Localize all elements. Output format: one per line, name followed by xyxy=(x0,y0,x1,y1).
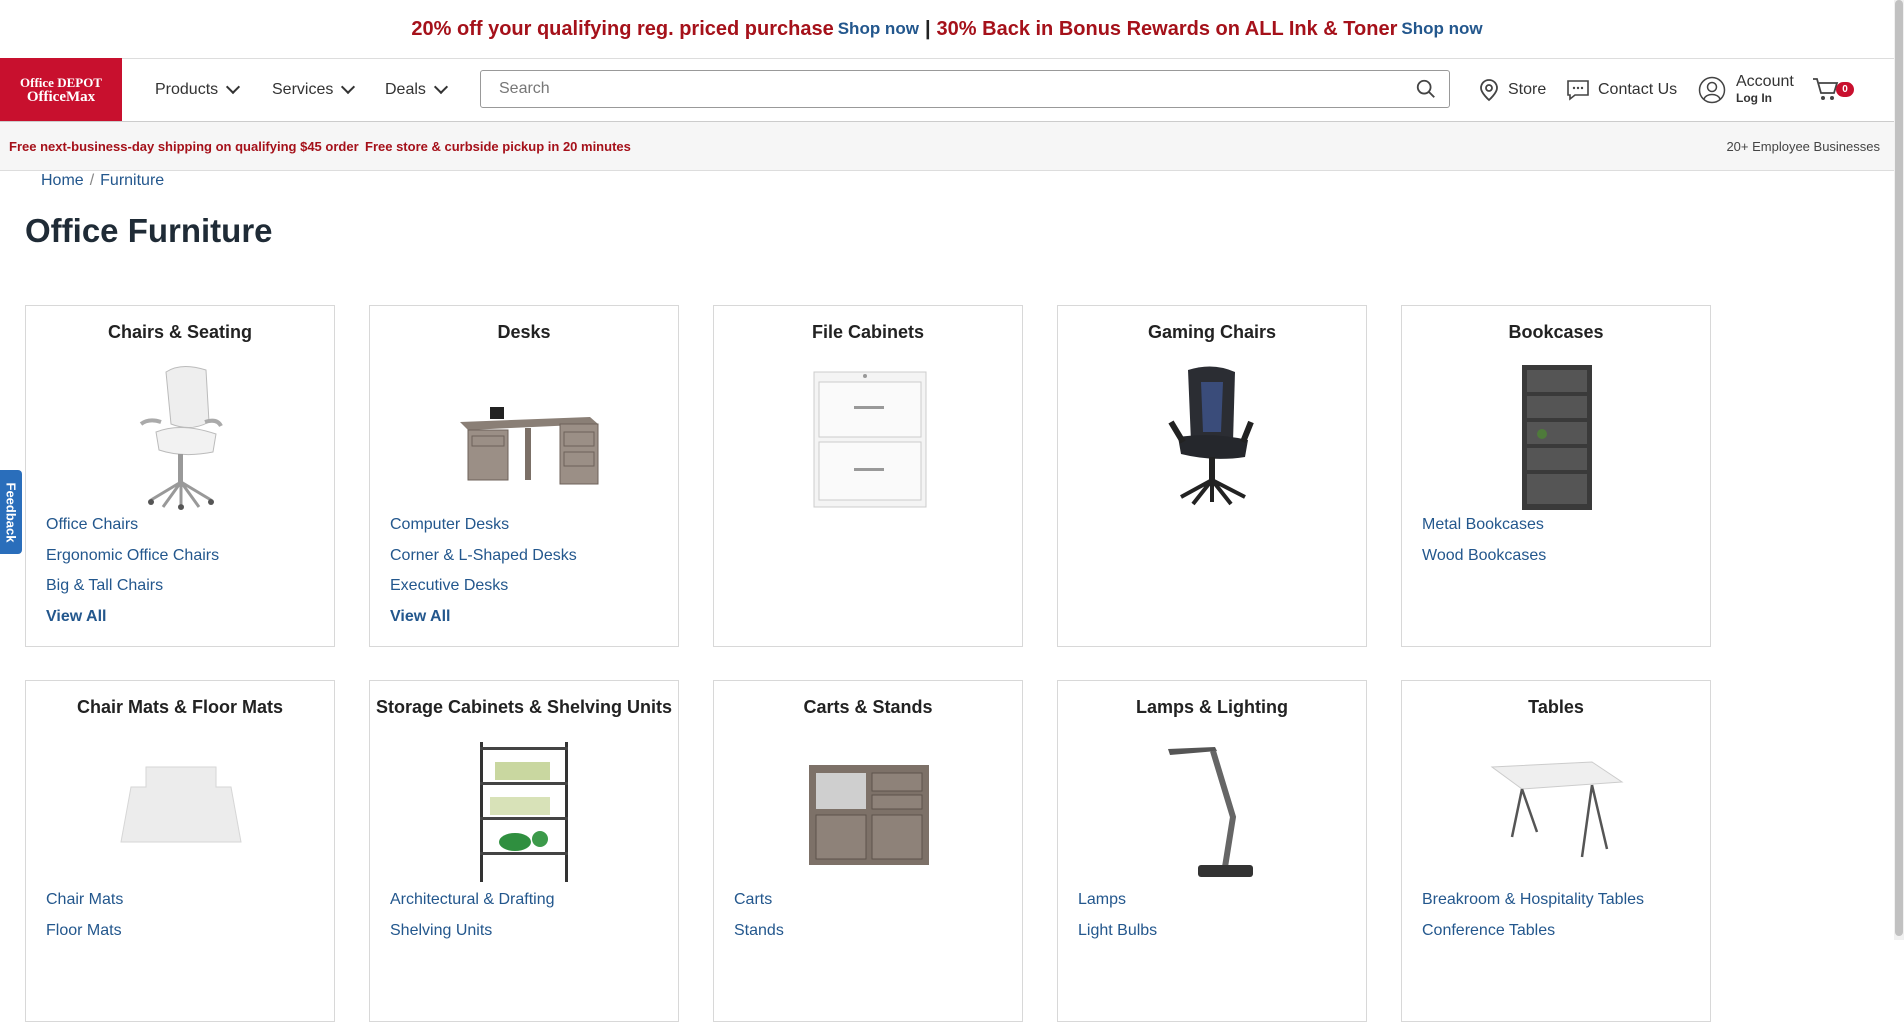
category-title[interactable]: Gaming Chairs xyxy=(1058,322,1366,343)
category-title[interactable]: Storage Cabinets & Shelving Units xyxy=(370,697,678,718)
account-label: Account xyxy=(1736,73,1794,90)
nav-deals[interactable]: Deals xyxy=(385,58,448,121)
nav-services[interactable]: Services xyxy=(272,58,356,121)
store-label: Store xyxy=(1508,80,1547,98)
promo-text-2: 30% Back in Bonus Rewards on ALL Ink & T… xyxy=(936,17,1398,40)
breadcrumb: Home / Furniture xyxy=(41,172,164,190)
category-card-gaming-chairs: Gaming Chairs xyxy=(1057,305,1367,647)
login-label: Log In xyxy=(1736,91,1772,105)
category-title[interactable]: Lamps & Lighting xyxy=(1058,697,1366,718)
promo-shop-now-link-2[interactable]: Shop now xyxy=(1401,19,1482,39)
view-all-link[interactable]: View All xyxy=(46,608,106,625)
site-header: Office DEPOT OfficeMax Products Services… xyxy=(0,58,1894,122)
file-cabinet-image[interactable] xyxy=(809,362,929,512)
promo-separator: | xyxy=(924,17,931,40)
category-link[interactable]: Office Chairs xyxy=(46,516,138,533)
employee-businesses-link[interactable]: 20+ Employee Businesses xyxy=(1726,139,1880,154)
chair-mat-image[interactable] xyxy=(106,737,256,887)
category-link[interactable]: Executive Desks xyxy=(390,577,508,594)
feedback-tab[interactable]: Feedback xyxy=(0,470,22,554)
category-link[interactable]: Stands xyxy=(734,922,784,939)
category-link[interactable]: Computer Desks xyxy=(390,516,509,533)
search-input[interactable] xyxy=(497,71,1381,107)
category-title[interactable]: Carts & Stands xyxy=(714,697,1022,718)
category-link[interactable]: Big & Tall Chairs xyxy=(46,577,163,594)
gaming-chair-image[interactable] xyxy=(1153,362,1273,512)
page-scrollbar[interactable] xyxy=(1894,0,1904,940)
category-card-chair-mats: Chair Mats & Floor Mats Chair Mats Floor… xyxy=(25,680,335,1022)
category-link[interactable]: Conference Tables xyxy=(1422,922,1555,939)
scrollbar-thumb[interactable] xyxy=(1895,0,1903,936)
category-link[interactable]: Floor Mats xyxy=(46,922,122,939)
chevron-down-icon xyxy=(433,79,448,95)
category-title[interactable]: Bookcases xyxy=(1402,322,1710,343)
location-pin-icon xyxy=(1480,78,1498,101)
category-title[interactable]: Chair Mats & Floor Mats xyxy=(26,697,334,718)
category-link[interactable]: Wood Bookcases xyxy=(1422,547,1546,564)
shelving-unit-image[interactable] xyxy=(465,737,585,887)
contact-us-label: Contact Us xyxy=(1598,80,1678,98)
category-link[interactable]: Shelving Units xyxy=(390,922,492,939)
shipping-message-link[interactable]: Free next-business-day shipping on quali… xyxy=(9,139,359,154)
category-link[interactable]: Architectural & Drafting xyxy=(390,891,555,908)
category-link[interactable]: Corner & L-Shaped Desks xyxy=(390,547,577,564)
shipping-bar: Free next-business-day shipping on quali… xyxy=(0,122,1894,171)
breadcrumb-furniture[interactable]: Furniture xyxy=(100,172,164,189)
cart-count-badge: 0 xyxy=(1836,82,1854,97)
category-link[interactable]: Chair Mats xyxy=(46,891,123,908)
promo-text-1: 20% off your qualifying reg. priced purc… xyxy=(411,17,834,40)
cart-stand-image[interactable] xyxy=(794,737,944,887)
chat-bubble-icon xyxy=(1567,79,1589,101)
category-link[interactable]: Ergonomic Office Chairs xyxy=(46,547,219,564)
category-card-chairs-seating: Chairs & Seating Office Chairs Ergonomic… xyxy=(25,305,335,647)
pickup-message-link[interactable]: Free store & curbside pickup in 20 minut… xyxy=(365,139,631,154)
category-link[interactable]: Lamps xyxy=(1078,891,1126,908)
desk-lamp-image[interactable] xyxy=(1153,737,1273,887)
promo-banner: 20% off your qualifying reg. priced purc… xyxy=(0,0,1894,59)
category-card-storage-shelving: Storage Cabinets & Shelving Units Archit… xyxy=(369,680,679,1022)
nav-products[interactable]: Products xyxy=(155,58,241,121)
user-icon xyxy=(1698,76,1726,104)
contact-us-link[interactable]: Contact Us xyxy=(1566,58,1677,121)
category-card-lamps-lighting: Lamps & Lighting Lamps Light Bulbs xyxy=(1057,680,1367,1022)
logo-line-1: Office DEPOT xyxy=(20,74,102,90)
category-link[interactable]: Metal Bookcases xyxy=(1422,516,1544,533)
account-link[interactable]: Account Log In xyxy=(1698,68,1794,112)
promo-shop-now-link-1[interactable]: Shop now xyxy=(838,19,919,39)
chevron-down-icon xyxy=(226,79,241,95)
category-title[interactable]: Chairs & Seating xyxy=(26,322,334,343)
category-card-file-cabinets: File Cabinets xyxy=(713,305,1023,647)
category-title[interactable]: File Cabinets xyxy=(714,322,1022,343)
chevron-down-icon xyxy=(341,79,356,95)
search-icon[interactable] xyxy=(1415,78,1437,100)
nav-deals-label: Deals xyxy=(385,80,426,98)
view-all-link[interactable]: View All xyxy=(390,608,450,625)
category-link[interactable]: Light Bulbs xyxy=(1078,922,1157,939)
logo-line-2: OfficeMax xyxy=(26,88,96,105)
cart-button[interactable]: 0 xyxy=(1812,76,1854,104)
category-card-bookcases: Bookcases Metal Bookcases Wood Bookcases xyxy=(1401,305,1711,647)
category-link[interactable]: Breakroom & Hospitality Tables xyxy=(1422,891,1644,908)
nav-services-label: Services xyxy=(272,80,334,98)
breadcrumb-home[interactable]: Home xyxy=(41,172,84,189)
bookcase-image[interactable] xyxy=(1497,362,1617,512)
office-depot-logo[interactable]: Office DEPOT OfficeMax xyxy=(0,58,122,121)
category-card-tables: Tables Breakroom & Hospitality Tables Co… xyxy=(1401,680,1711,1022)
search-box xyxy=(480,70,1450,108)
store-link[interactable]: Store xyxy=(1478,58,1546,121)
category-title[interactable]: Desks xyxy=(370,322,678,343)
category-card-carts-stands: Carts & Stands Carts Stands xyxy=(713,680,1023,1022)
breadcrumb-separator: / xyxy=(89,172,95,189)
category-link[interactable]: Carts xyxy=(734,891,772,908)
office-chair-image[interactable] xyxy=(121,362,241,512)
page-title: Office Furniture xyxy=(25,212,273,249)
l-desk-image[interactable] xyxy=(450,362,600,512)
category-card-desks: Desks Computer Desks Corner & L-Shaped D… xyxy=(369,305,679,647)
feedback-label: Feedback xyxy=(3,482,19,542)
folding-table-image[interactable] xyxy=(1482,737,1632,887)
category-title[interactable]: Tables xyxy=(1402,697,1710,718)
nav-products-label: Products xyxy=(155,80,219,98)
